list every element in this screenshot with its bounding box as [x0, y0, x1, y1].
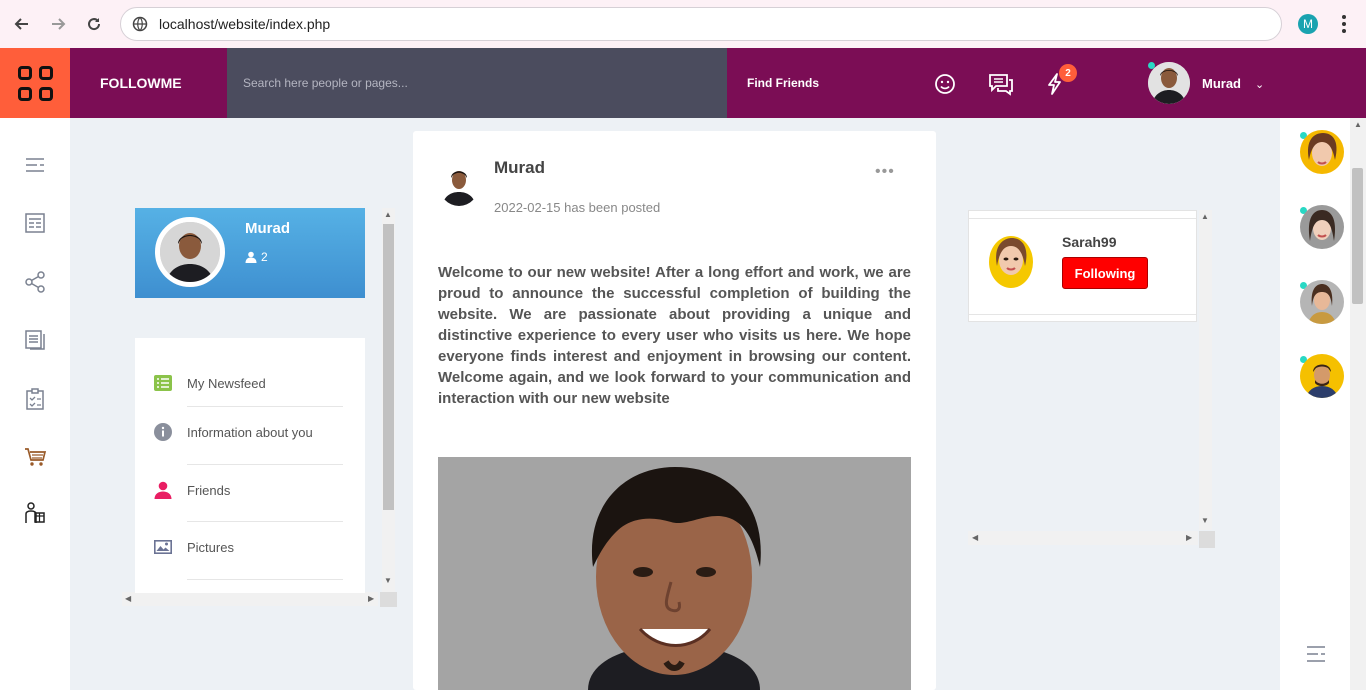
image-icon — [153, 537, 173, 557]
menu-item-friends[interactable]: Friends — [153, 465, 343, 515]
site-info-icon[interactable] — [131, 15, 149, 33]
user-name[interactable]: Murad — [1202, 48, 1241, 118]
site-header: FOLLOWME Search here people or pages... … — [0, 48, 1366, 118]
friends-rail — [1280, 118, 1350, 690]
following-item: Sarah99 Following — [969, 218, 1196, 315]
avatar[interactable] — [155, 217, 225, 287]
list-icon — [153, 373, 173, 393]
menu-lines-icon[interactable] — [23, 153, 47, 177]
post-card: Murad ••• 2022-02-15 has been posted Wel… — [413, 131, 936, 690]
avatar[interactable] — [1300, 130, 1344, 174]
following-name[interactable]: Sarah99 — [1062, 234, 1116, 250]
page-scrollbar[interactable]: ▲ — [1350, 118, 1366, 690]
notification-badge: 2 — [1059, 64, 1077, 82]
logo-icon[interactable] — [0, 48, 70, 118]
profile-name[interactable]: Murad — [245, 220, 290, 237]
user-icon — [153, 480, 173, 500]
right-column-hscrollbar[interactable]: ◀ ▶ — [968, 531, 1198, 545]
left-column-scrollbar[interactable]: ▲ ▼ — [382, 208, 395, 594]
scroll-corner — [380, 592, 397, 607]
menu-lines-icon[interactable] — [1304, 644, 1328, 664]
left-column-hscrollbar[interactable]: ◀ ▶ — [122, 592, 378, 606]
cart-icon[interactable] — [23, 445, 47, 469]
menu-item-newsfeed[interactable]: My Newsfeed — [153, 358, 343, 408]
right-column-scrollbar[interactable]: ▲ ▼ — [1199, 210, 1212, 530]
find-friends-link[interactable]: Find Friends — [747, 48, 819, 118]
side-menu: My Newsfeed Information about you Friend… — [135, 338, 365, 593]
avatar[interactable] — [1148, 62, 1190, 104]
followers-count: 2 — [245, 250, 268, 264]
divider — [187, 579, 343, 580]
url-text: localhost/website/index.php — [159, 16, 331, 32]
info-icon — [153, 422, 173, 442]
following-panel: Sarah99 Following — [968, 210, 1197, 322]
profile-card[interactable]: Murad 2 — [135, 208, 365, 298]
smiley-icon[interactable] — [933, 72, 957, 96]
address-bar[interactable]: localhost/website/index.php — [120, 7, 1282, 41]
more-options-icon[interactable]: ••• — [875, 163, 895, 181]
chat-icon[interactable] — [987, 72, 1015, 96]
browser-toolbar: localhost/website/index.php M — [0, 0, 1366, 48]
person-gift-icon[interactable] — [23, 501, 47, 525]
avatar[interactable] — [1300, 205, 1344, 249]
clipboard-icon[interactable] — [23, 387, 47, 411]
brand-name[interactable]: FOLLOWME — [70, 48, 227, 118]
reload-icon[interactable] — [82, 12, 106, 36]
menu-item-pictures[interactable]: Pictures — [153, 522, 343, 572]
avatar[interactable] — [989, 236, 1033, 288]
forward-icon[interactable] — [46, 12, 70, 36]
avatar[interactable] — [1300, 280, 1344, 324]
post-image[interactable] — [438, 457, 911, 690]
share-icon[interactable] — [23, 270, 47, 294]
search-input[interactable]: Search here people or pages... — [227, 48, 727, 118]
newsfeed-icon[interactable] — [23, 211, 47, 235]
menu-item-information[interactable]: Information about you — [153, 407, 343, 457]
browser-menu-icon[interactable] — [1336, 14, 1352, 34]
post-text: Welcome to our new website! After a long… — [438, 264, 911, 407]
avatar[interactable] — [1300, 354, 1344, 398]
following-button[interactable]: Following — [1062, 257, 1148, 289]
scroll-corner — [1199, 531, 1215, 548]
scrollbar-thumb[interactable] — [1352, 168, 1363, 304]
browser-profile-avatar[interactable]: M — [1298, 14, 1318, 34]
pages-icon[interactable] — [23, 328, 47, 352]
back-icon[interactable] — [10, 12, 34, 36]
post-date: 2022-02-15 has been posted — [494, 200, 661, 215]
chevron-down-icon[interactable]: ⌄ — [1255, 78, 1264, 91]
post-author[interactable]: Murad — [494, 158, 545, 178]
user-icon — [245, 251, 257, 263]
avatar[interactable] — [439, 164, 479, 206]
left-sidebar — [0, 118, 70, 690]
